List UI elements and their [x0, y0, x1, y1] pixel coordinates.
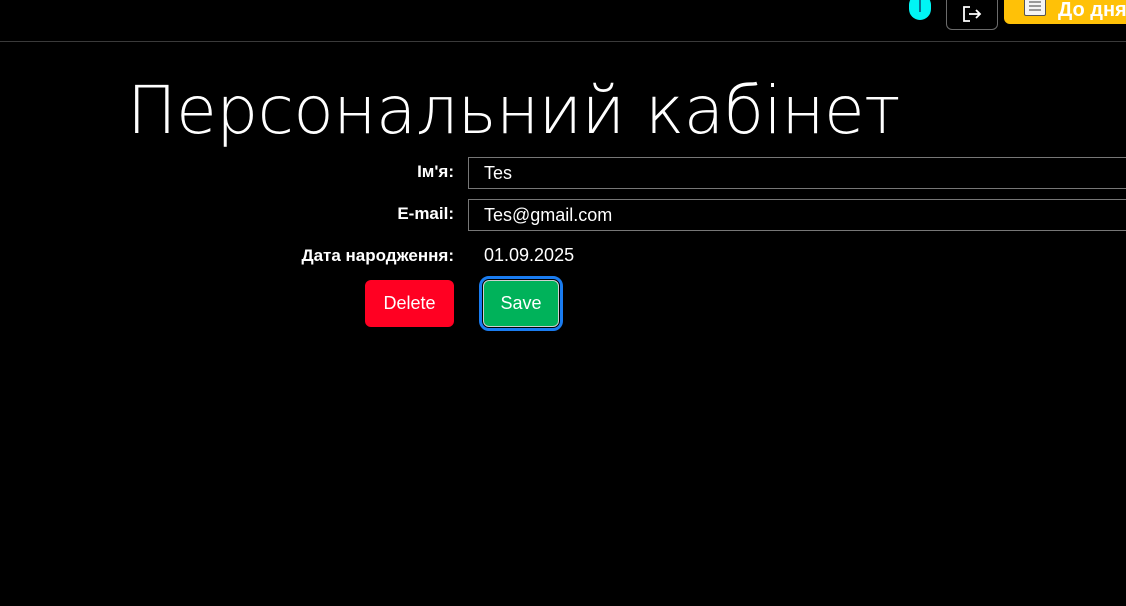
save-button[interactable]: Save	[479, 276, 563, 331]
logout-button[interactable]	[946, 0, 998, 30]
user-avatar-icon[interactable]	[909, 0, 931, 20]
diary-button[interactable]: До дня	[1004, 0, 1126, 24]
birthdate-value: 01.09.2025	[484, 245, 575, 265]
name-label: Ім'я:	[417, 162, 454, 181]
logout-icon	[963, 6, 982, 22]
email-label: E-mail:	[397, 204, 454, 223]
page-title: Персональний кабінет	[127, 72, 900, 149]
diary-button-label: До дня	[1058, 0, 1126, 21]
name-input[interactable]	[468, 157, 1126, 189]
birthdate-label: Дата народження:	[301, 246, 454, 265]
avatar-mark	[919, 0, 921, 12]
delete-button[interactable]: Delete	[365, 280, 454, 327]
notebook-icon	[1024, 0, 1046, 16]
top-navbar: До дня	[0, 0, 1126, 42]
email-input[interactable]	[468, 199, 1126, 231]
